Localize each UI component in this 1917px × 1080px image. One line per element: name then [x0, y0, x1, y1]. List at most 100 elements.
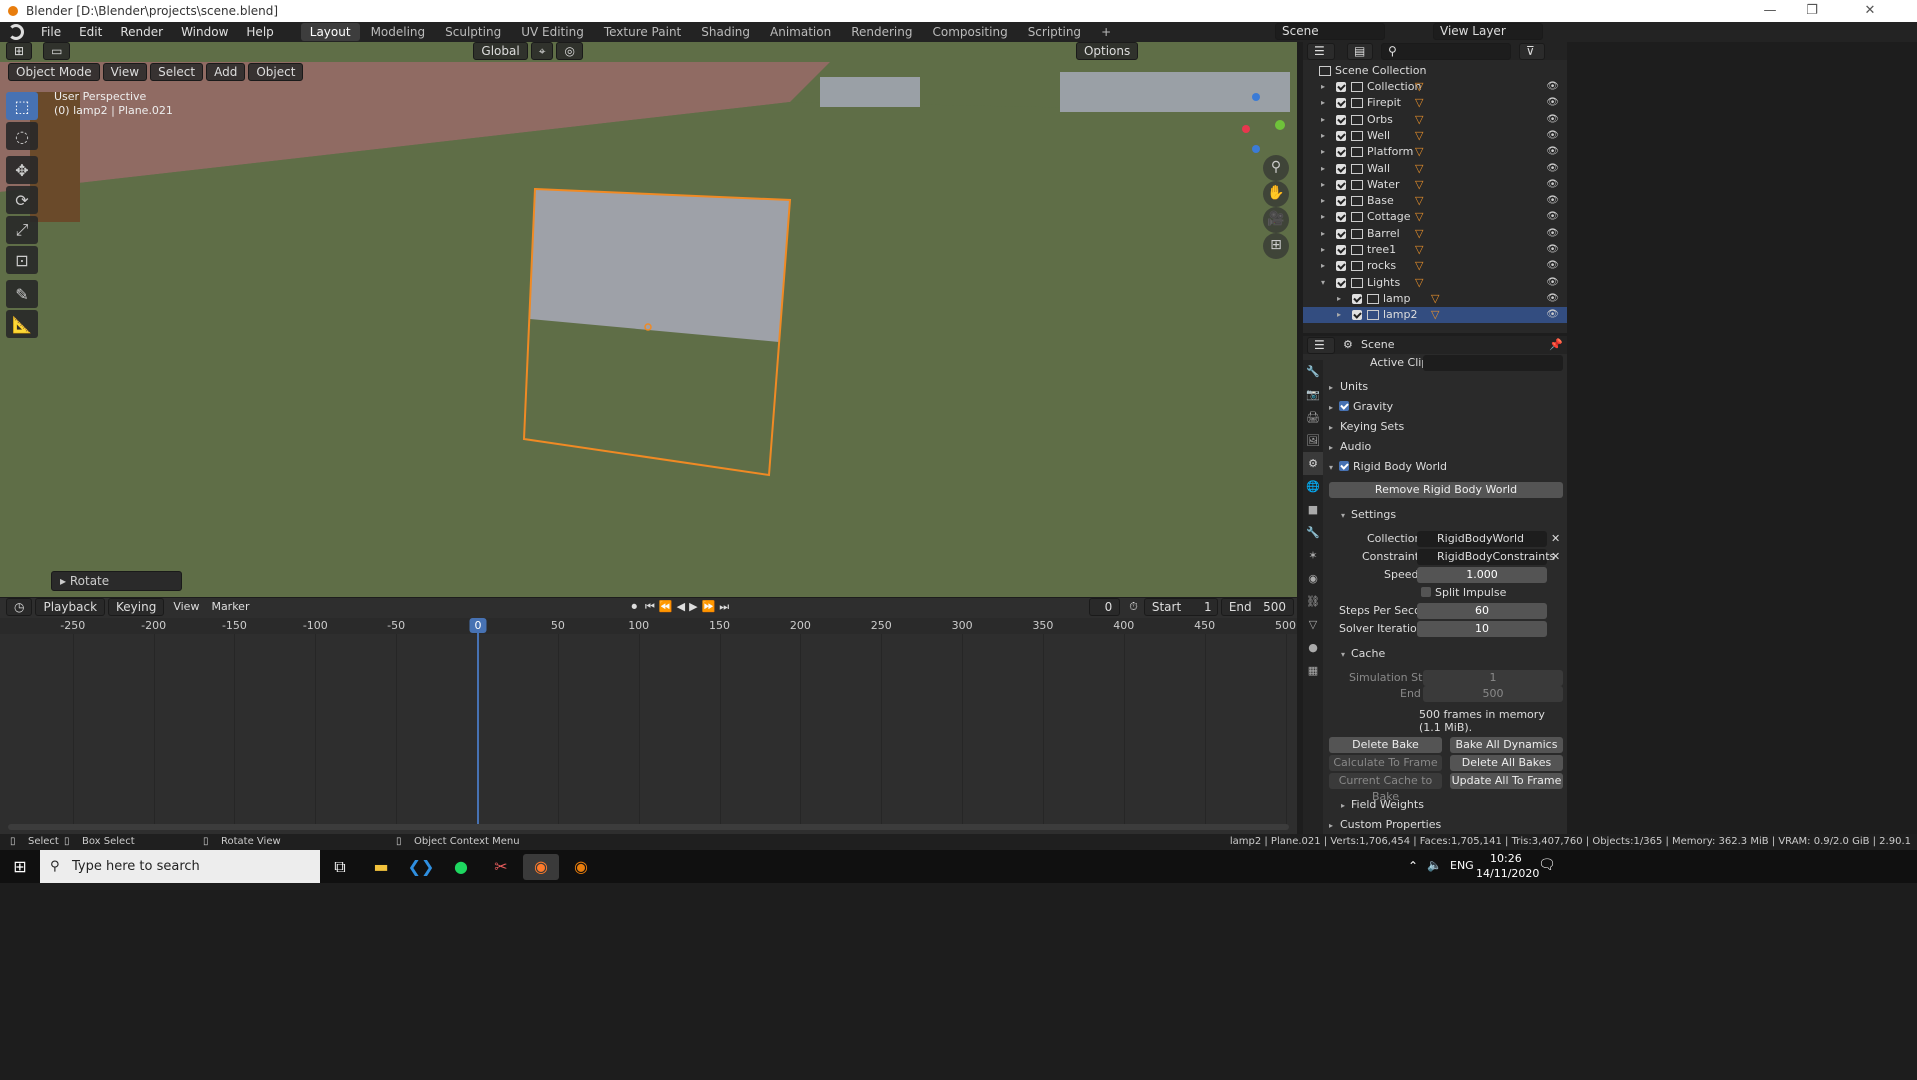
editor-type-icon[interactable]: ⊞ [6, 42, 33, 60]
visibility-eye-icon[interactable]: 👁 [1546, 242, 1559, 258]
display-mode-icon[interactable]: ▤ [1347, 43, 1373, 60]
simulation-start-field[interactable]: 1 [1423, 670, 1563, 686]
delete-bake-button[interactable]: Delete Bake [1329, 737, 1442, 753]
gizmo-x-axis[interactable] [1242, 125, 1250, 133]
blender-taskbar-icon[interactable]: ◉ [563, 854, 599, 880]
exclude-checkbox[interactable] [1336, 147, 1346, 158]
pin-icon[interactable]: 📌 [1549, 338, 1563, 351]
tab-texture-paint[interactable]: Texture Paint [595, 23, 690, 41]
pan-view-icon[interactable]: ✋ [1263, 181, 1289, 207]
menu-help[interactable]: Help [237, 22, 282, 42]
exclude-checkbox[interactable] [1336, 228, 1346, 239]
bake-all-dynamics-button[interactable]: Bake All Dynamics [1450, 737, 1563, 753]
scale-tool-icon[interactable]: ⤢ [6, 216, 38, 244]
world-tab-icon[interactable]: 🌐 [1303, 475, 1323, 498]
tab-scripting[interactable]: Scripting [1019, 23, 1090, 41]
proportional-edit-icon[interactable]: ◎ [556, 42, 583, 60]
scene-selector[interactable]: Scene [1275, 23, 1385, 40]
visibility-eye-icon[interactable]: 👁 [1546, 128, 1559, 144]
select-box-tool-icon[interactable]: ⬚ [6, 92, 38, 120]
outliner-row-firepit[interactable]: ▸ Firepit ▽ 👁 [1303, 95, 1567, 111]
mode-dropdown[interactable]: Object Mode [8, 63, 100, 81]
measure-tool-icon[interactable]: 📐 [6, 310, 38, 338]
timeline-menu-marker[interactable]: Marker [205, 600, 255, 613]
visibility-eye-icon[interactable]: 👁 [1546, 161, 1559, 177]
exclude-checkbox[interactable] [1336, 212, 1346, 223]
add-workspace-button[interactable]: + [1092, 23, 1120, 41]
tab-shading[interactable]: Shading [692, 23, 759, 41]
outliner-editor-type-icon[interactable]: ☰ [1307, 43, 1335, 60]
constraints-tab-icon[interactable]: ⛓ [1303, 590, 1323, 613]
material-tab-icon[interactable]: ● [1303, 636, 1323, 659]
filter-icon[interactable]: ⊽ [1519, 43, 1545, 60]
exclude-checkbox[interactable] [1336, 98, 1346, 109]
expand-toggle-icon[interactable]: ▸ [1321, 177, 1325, 193]
outliner-row-barrel[interactable]: ▸ Barrel ▽ 👁 [1303, 226, 1567, 242]
end-frame-field[interactable]: End 500 [1220, 598, 1294, 616]
outliner-row-orbs[interactable]: ▸ Orbs ▽ 👁 [1303, 112, 1567, 128]
rotate-tool-icon[interactable]: ⟳ [6, 186, 38, 214]
select-mode-icon[interactable]: ▭ [43, 42, 71, 60]
close-button[interactable]: ✕ [1850, 0, 1890, 22]
settings-subpanel-header[interactable]: Settings [1351, 508, 1396, 521]
solver-iterations-field[interactable]: 10 [1417, 621, 1547, 637]
visibility-eye-icon[interactable]: 👁 [1546, 177, 1559, 193]
visibility-eye-icon[interactable]: 👁 [1546, 291, 1559, 307]
tab-modeling[interactable]: Modeling [362, 23, 435, 41]
volume-icon[interactable]: 🔈 [1427, 858, 1442, 872]
tool-tab-icon[interactable]: 🔧 [1303, 360, 1323, 383]
frame-ruler[interactable]: -250 -200 -150 -100 -50 50 100 150 200 250 300 350 4… [0, 618, 1297, 634]
visibility-eye-icon[interactable]: 👁 [1546, 209, 1559, 225]
clear-collection-icon[interactable]: ✕ [1551, 532, 1560, 545]
outliner-row-base[interactable]: ▸ Base ▽ 👁 [1303, 193, 1567, 209]
steps-per-second-field[interactable]: 60 [1417, 603, 1547, 619]
exclude-checkbox[interactable] [1336, 196, 1346, 207]
playhead[interactable] [477, 618, 479, 824]
expand-toggle-icon[interactable]: ▸ [1321, 144, 1325, 160]
jump-keyframe-back-icon[interactable]: ⏪ [657, 600, 675, 613]
custom-properties-panel-header[interactable]: Custom Properties [1340, 818, 1441, 831]
3d-viewport[interactable]: ⊞ ▭ Global ⌖ ◎ Options Object Mode View … [0, 42, 1297, 597]
timeline-horizontal-scrollbar[interactable] [8, 824, 1289, 830]
cursor-tool-icon[interactable]: ◌ [6, 122, 38, 150]
update-all-to-frame-button[interactable]: Update All To Frame [1450, 773, 1563, 789]
last-operator-panel[interactable]: ▸ Rotate [51, 571, 182, 591]
expand-toggle-icon[interactable]: ▸ [1337, 307, 1341, 323]
menu-edit[interactable]: Edit [70, 22, 111, 42]
preview-range-icon[interactable]: ⏱ [1123, 600, 1144, 614]
snip-tool-icon[interactable]: ✂ [483, 854, 519, 880]
file-explorer-icon[interactable]: ▬ [363, 854, 399, 880]
timeline-menu-playback[interactable]: Playback [35, 598, 106, 616]
exclude-checkbox[interactable] [1336, 163, 1346, 174]
properties-editor-type-icon[interactable]: ☰ [1307, 337, 1335, 354]
outliner-row-collection[interactable]: ▸ Collection ▽ 👁 [1303, 79, 1567, 95]
jump-start-icon[interactable]: ⏮ [643, 600, 657, 614]
exclude-checkbox[interactable] [1352, 310, 1362, 321]
expand-toggle-icon[interactable]: ▸ [1321, 95, 1325, 111]
view-layer-selector[interactable]: View Layer [1433, 23, 1543, 40]
current-frame-field[interactable]: 0 [1089, 598, 1121, 616]
output-tab-icon[interactable]: 🖨 [1303, 406, 1323, 429]
zoom-view-icon[interactable]: ⚲ [1263, 155, 1289, 181]
gizmo-z-axis[interactable] [1252, 93, 1260, 101]
menu-window[interactable]: Window [172, 22, 237, 42]
camera-view-icon[interactable]: 🎥 [1263, 207, 1289, 233]
spotify-icon[interactable]: ● [443, 854, 479, 880]
outliner-row-lights[interactable]: ▾ Lights ▽ 👁 [1303, 275, 1567, 291]
texture-tab-icon[interactable]: ▦ [1303, 659, 1323, 682]
visibility-eye-icon[interactable]: 👁 [1546, 307, 1559, 323]
jump-keyframe-forward-icon[interactable]: ⏩ [700, 600, 718, 613]
particles-tab-icon[interactable]: ✶ [1303, 544, 1323, 567]
expand-toggle-icon[interactable]: ▸ [1321, 161, 1325, 177]
split-impulse-checkbox[interactable] [1421, 587, 1431, 597]
minimize-button[interactable]: — [1750, 0, 1790, 22]
exclude-checkbox[interactable] [1336, 130, 1346, 141]
expand-toggle-icon[interactable]: ▸ [1321, 128, 1325, 144]
visibility-eye-icon[interactable]: 👁 [1546, 79, 1559, 95]
play-icon[interactable]: ▶ [687, 600, 699, 613]
menu-render[interactable]: Render [111, 22, 172, 42]
constraints-field[interactable]: RigidBodyConstraints [1417, 549, 1555, 565]
outliner-row-wall[interactable]: ▸ Wall ▽ 👁 [1303, 161, 1567, 177]
collection-field[interactable]: RigidBodyWorld [1417, 531, 1547, 547]
cache-subpanel-header[interactable]: Cache [1351, 647, 1385, 660]
